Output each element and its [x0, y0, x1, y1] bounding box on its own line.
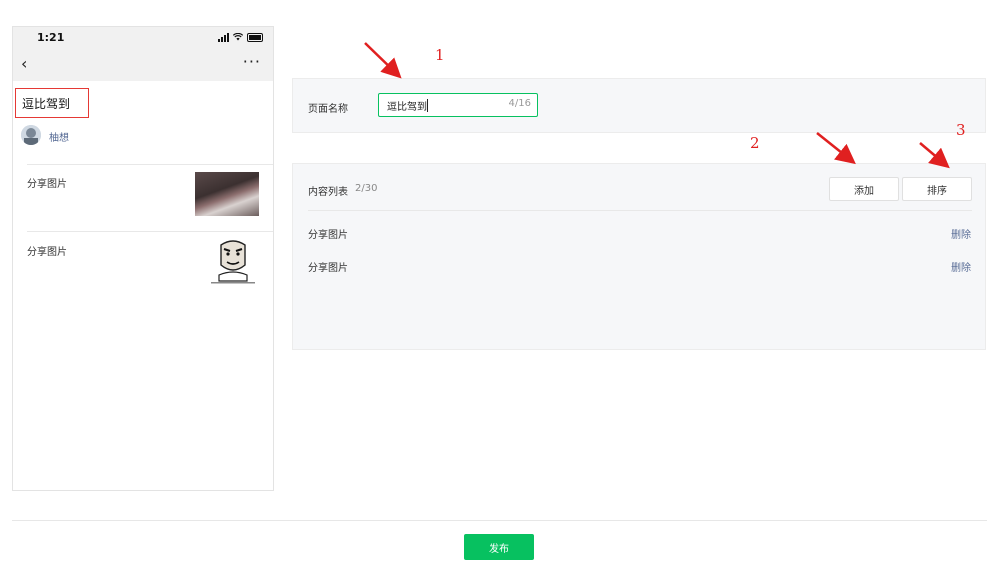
annotation-number-2: 2 [750, 134, 760, 152]
footer-divider [12, 520, 987, 521]
arrow-1-icon [364, 42, 402, 79]
arrow-2-icon [816, 132, 856, 165]
publish-button[interactable]: 发布 [464, 534, 534, 560]
arrow-3-icon [919, 142, 950, 169]
annotation-number-1: 1 [435, 46, 445, 64]
annotation-arrows [364, 42, 950, 169]
annotation-number-3: 3 [956, 121, 966, 139]
